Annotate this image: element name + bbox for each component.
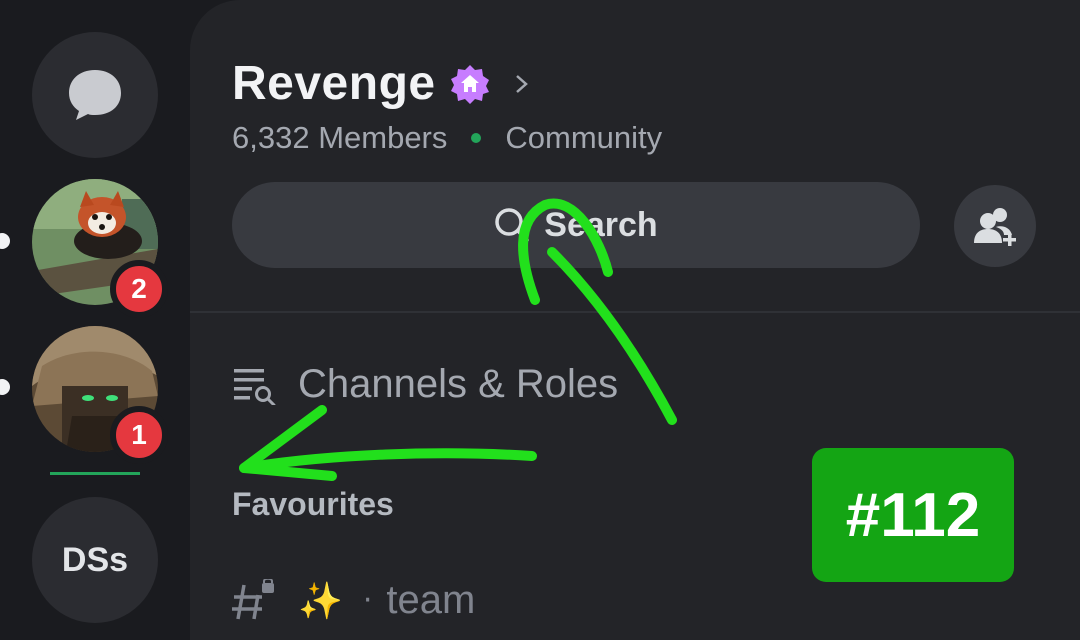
home-badge-icon (450, 64, 489, 104)
channels-roles-label: Channels & Roles (298, 362, 619, 406)
server-rail: 2 1 DSs (0, 0, 190, 640)
channel-name: team (386, 578, 476, 622)
dss-label: DSs (61, 540, 129, 579)
search-bar[interactable]: Search (232, 182, 920, 268)
chat-bubble-icon (69, 70, 121, 120)
search-icon (495, 208, 530, 242)
add-member-icon (974, 208, 1016, 246)
direct-messages-button[interactable] (32, 32, 158, 158)
header-divider (190, 311, 1080, 313)
member-count: 6,332 Members (232, 120, 448, 155)
channel-item[interactable]: ✨ · team (232, 578, 475, 623)
invite-members-button[interactable] (954, 185, 1036, 267)
online-dot (471, 133, 482, 143)
channel-separator: · (362, 583, 373, 618)
server-name: Revenge (232, 57, 436, 110)
annotation-tag-label: #112 (845, 480, 981, 550)
server-meta: 6,332 Members Community (232, 120, 662, 156)
chevron-right-icon (515, 74, 528, 93)
unread-indicator (0, 379, 10, 395)
locked-text-channel-icon (232, 578, 274, 619)
unread-indicator (0, 233, 10, 249)
channel-browse-icon (234, 368, 276, 405)
annotation-tag: #112 (812, 448, 1014, 582)
community-label: Community (505, 120, 663, 155)
unread-badge: 1 (110, 406, 168, 464)
category-favourites[interactable]: Favourites (232, 486, 394, 523)
rail-separator (50, 472, 140, 475)
server-header[interactable]: Revenge (232, 56, 530, 111)
search-label: Search (544, 205, 658, 244)
unread-badge: 2 (110, 260, 168, 318)
sparkles-emoji: ✨ (298, 580, 343, 622)
dss-server-button[interactable]: DSs (32, 497, 158, 623)
channels-and-roles[interactable]: Channels & Roles (232, 362, 618, 407)
